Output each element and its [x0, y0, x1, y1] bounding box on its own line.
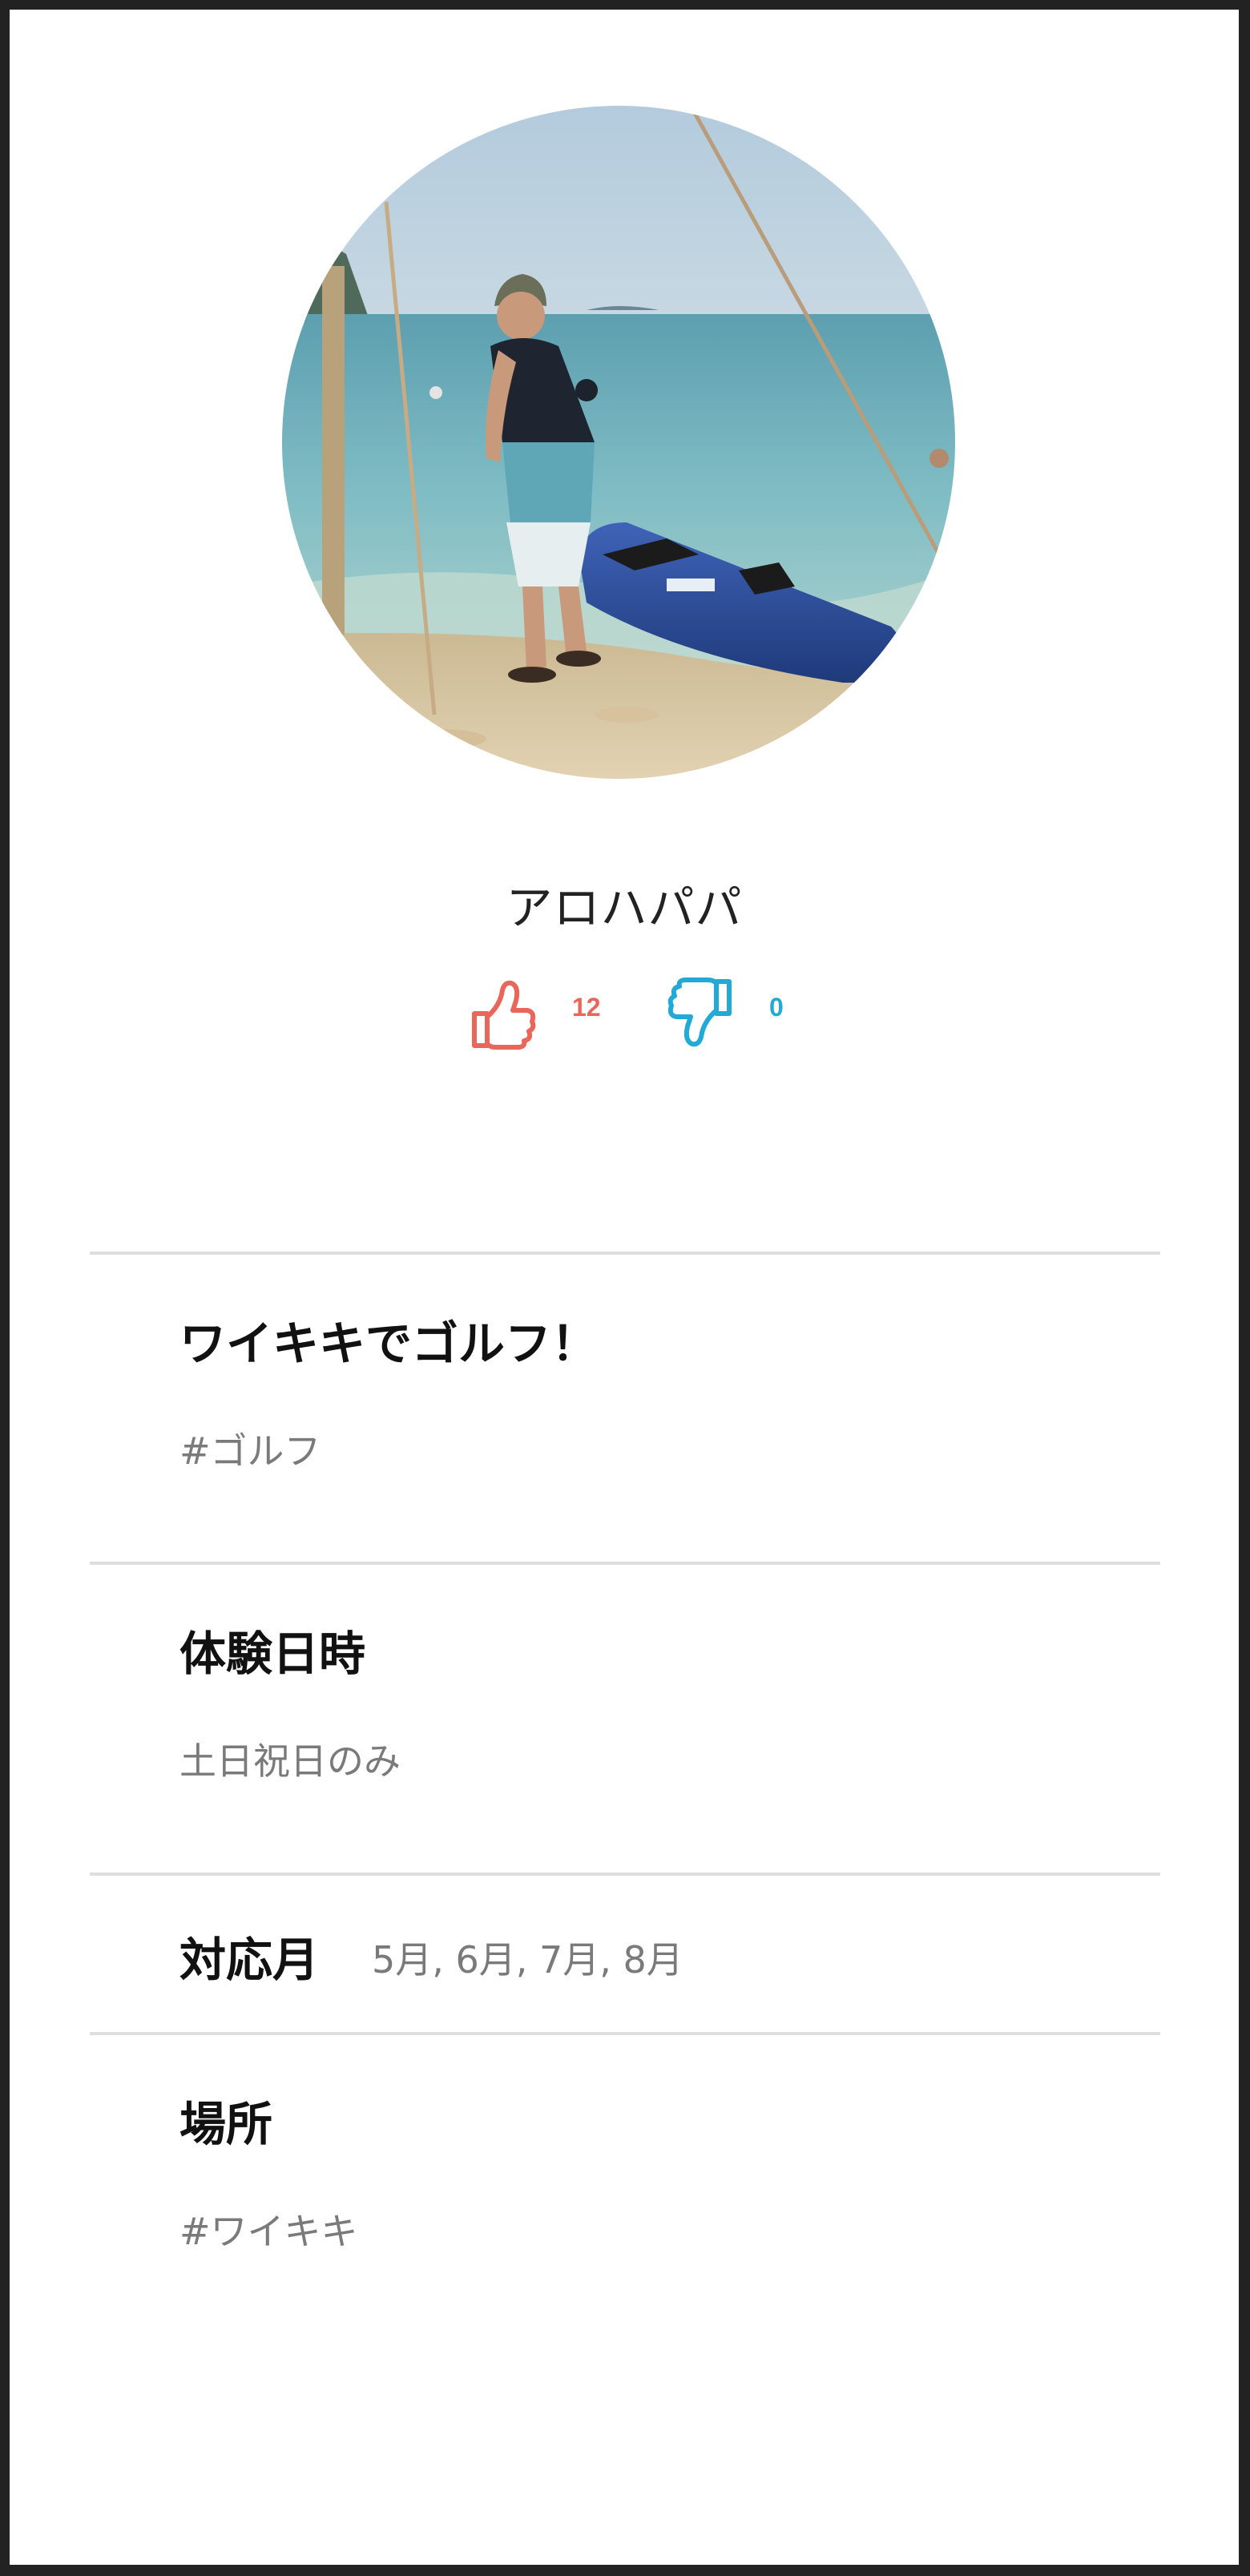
divider	[90, 1873, 1160, 1876]
thumbs-up-icon	[472, 980, 536, 1050]
post-title: ワイキキでゴルフ！	[179, 1316, 599, 1371]
divider	[90, 2032, 1160, 2035]
divider	[90, 1252, 1160, 1255]
category-tag[interactable]: #ゴルフ	[179, 1422, 321, 1475]
months-heading: 対応月	[179, 1933, 320, 1987]
profile-photo	[282, 106, 955, 779]
like-count: 12	[572, 993, 601, 1022]
profile-card: アロハパパ 12 0 ワイキキでゴルフ！ #ゴルフ 体験日時 土日祝日のみ 対応…	[10, 10, 1239, 2565]
place-heading: 場所	[179, 2097, 273, 2151]
experience-time-heading: 体験日時	[179, 1627, 366, 1681]
thumbs-down-icon	[667, 978, 732, 1047]
vote-bar: 12 0	[10, 975, 1239, 1063]
username: アロハパパ	[506, 881, 743, 935]
divider	[90, 1562, 1160, 1565]
dislike-count: 0	[769, 993, 784, 1022]
experience-time-value: 土日祝日のみ	[179, 1740, 401, 1783]
months-value: 5月, 6月, 7月, 8月	[372, 1938, 683, 1981]
place-tag[interactable]: #ワイキキ	[179, 2203, 358, 2256]
